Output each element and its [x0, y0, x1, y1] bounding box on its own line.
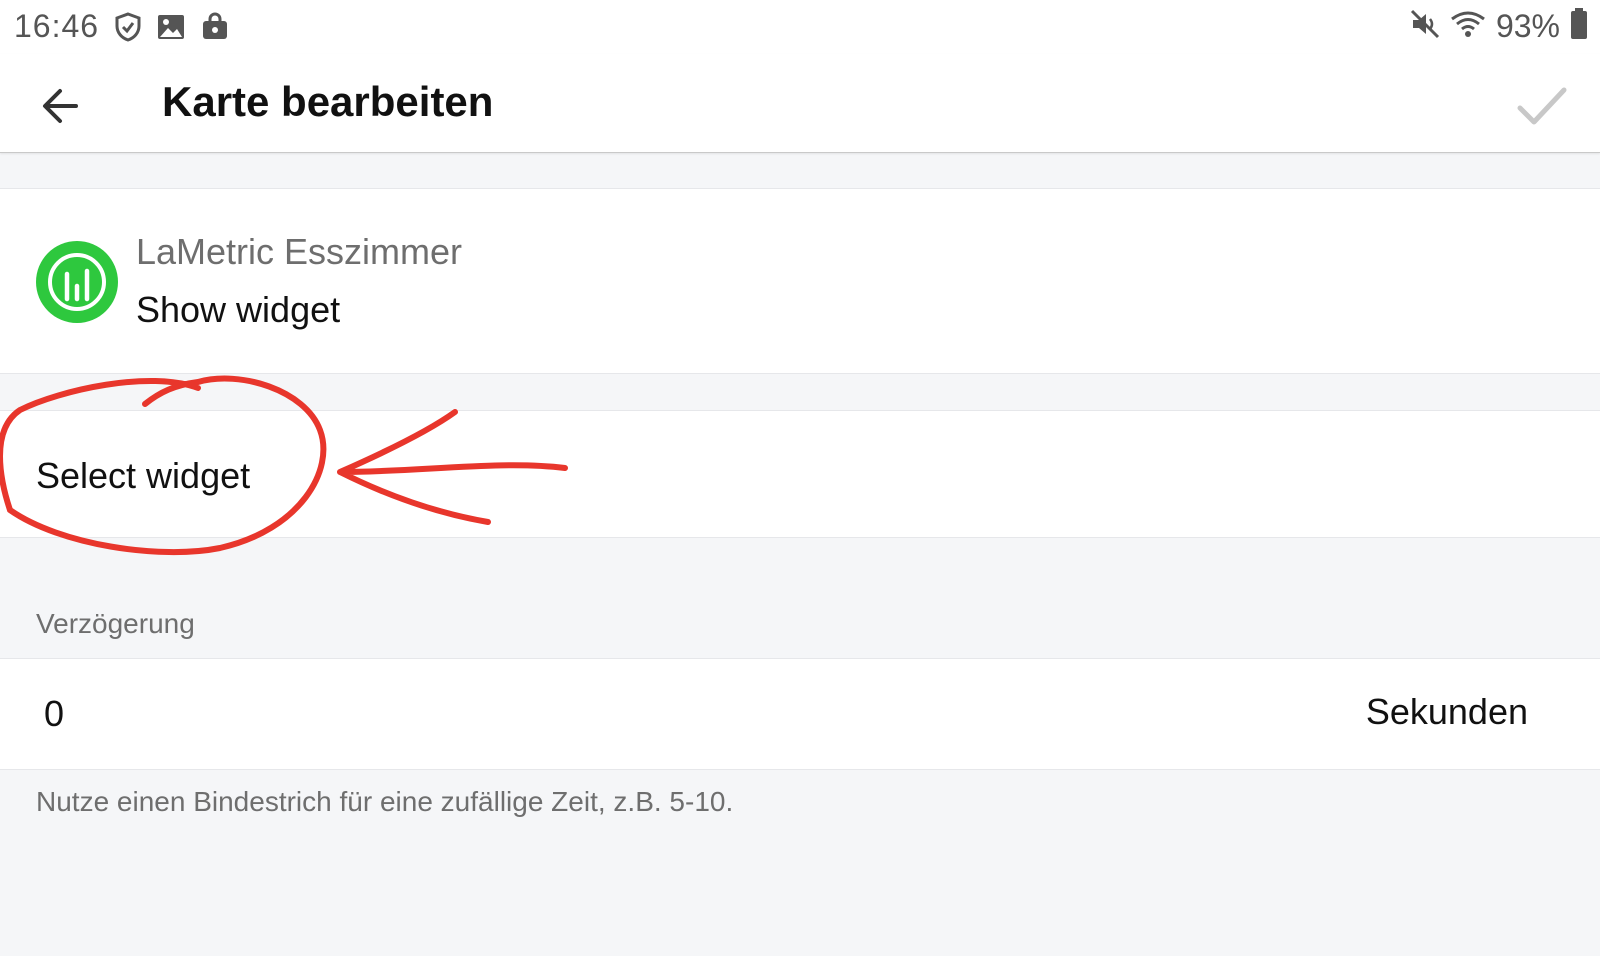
app-bar: Karte bearbeiten [0, 54, 1600, 153]
shopping-bag-icon [200, 12, 230, 47]
status-icons-right: 93% [1410, 8, 1588, 45]
lametric-icon [36, 241, 118, 323]
delay-hint: Nutze einen Bindestrich für eine zufälli… [36, 786, 734, 817]
select-widget-row[interactable]: Select widget [0, 410, 1600, 538]
select-widget-label: Select widget [36, 455, 251, 496]
delay-field[interactable]: 0 Sekunden [0, 658, 1600, 770]
back-button[interactable] [36, 80, 88, 132]
wifi-icon [1450, 9, 1486, 44]
status-time: 16:46 [14, 8, 100, 44]
delay-input[interactable]: 0 [44, 693, 64, 735]
action-name: Show widget [136, 289, 341, 330]
device-name: LaMetric Esszimmer [136, 231, 463, 272]
check-icon [1517, 87, 1567, 125]
battery-percent: 93% [1495, 8, 1560, 44]
arrow-left-icon [43, 89, 78, 123]
delay-section-label: Verzögerung [36, 608, 195, 639]
status-bar: 16:46 93% [0, 0, 1600, 54]
image-icon [156, 12, 186, 47]
device-card[interactable]: LaMetric Esszimmer Show widget [0, 188, 1600, 374]
page-title: Karte bearbeiten [162, 78, 494, 125]
delay-unit-label: Sekunden [1365, 691, 1528, 732]
confirm-button[interactable] [1514, 78, 1570, 134]
shield-icon [114, 12, 142, 47]
status-icons-left [114, 12, 230, 47]
battery-icon [1570, 8, 1588, 45]
mute-icon [1410, 9, 1440, 44]
